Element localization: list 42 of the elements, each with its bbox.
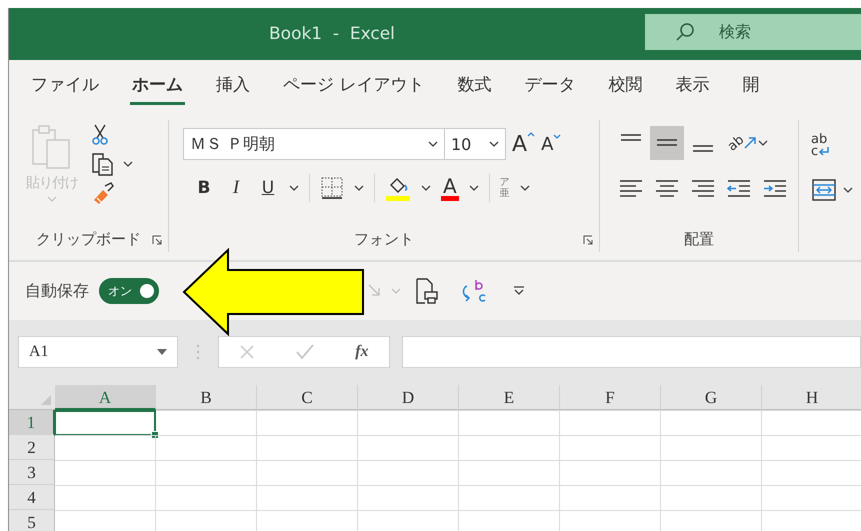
ribbon-tab[interactable]: 数式 (455, 69, 494, 105)
insert-function-button[interactable]: fx (355, 342, 369, 360)
shrink-font-button[interactable]: A (541, 134, 562, 154)
column-header[interactable]: G (661, 385, 762, 410)
column-header[interactable]: B (156, 385, 257, 410)
ribbon-tab[interactable]: ファイル (29, 69, 101, 105)
ribbon-tab[interactable]: ページ レイアウト (281, 69, 426, 105)
row-header[interactable]: 2 (9, 435, 55, 460)
column-header[interactable]: C (257, 385, 358, 410)
ribbon-tab[interactable]: 挿入 (214, 69, 252, 105)
wrap-text-button[interactable]: ab c (811, 134, 853, 158)
search-field[interactable]: 検索 (645, 14, 861, 50)
italic-button[interactable]: I (225, 177, 247, 199)
column-header[interactable]: A (55, 385, 156, 410)
bold-button[interactable]: B (193, 178, 215, 198)
underline-button[interactable]: U (257, 178, 279, 198)
ribbon-tab[interactable]: データ (522, 69, 578, 105)
column-header[interactable]: E (459, 385, 560, 410)
ribbon-tab[interactable]: 校閲 (606, 69, 644, 105)
column-header[interactable]: H (762, 385, 861, 410)
autosave-toggle[interactable]: オン (99, 278, 159, 304)
window-title: Book1 - Excel (269, 24, 395, 44)
name-box[interactable]: A1 (18, 336, 178, 368)
orientation-button[interactable]: ab (728, 136, 756, 150)
ribbon-tab[interactable]: 開 (740, 69, 762, 105)
font-color-button[interactable]: A (441, 176, 459, 200)
ribbon-tab[interactable]: ホーム (130, 69, 185, 105)
group-label: フォント (354, 230, 414, 248)
ribbon-tab[interactable]: 表示 (673, 69, 712, 105)
font-name-dropdown[interactable]: ＭＳ Ｐ明朝 (183, 128, 445, 160)
group-label: クリップボード (36, 230, 141, 248)
row-header[interactable]: 5 (9, 510, 55, 531)
row-header[interactable]: 4 (9, 485, 55, 510)
column-header[interactable]: F (560, 385, 661, 410)
phonetic-guide-button[interactable]: ア 亜 (500, 177, 510, 199)
autosave-label: 自動保存 (25, 280, 89, 302)
column-header[interactable]: D (358, 385, 459, 410)
row-header[interactable]: 1 (9, 410, 55, 435)
font-size-dropdown[interactable]: 10 (444, 128, 506, 160)
grow-font-button[interactable]: A (512, 132, 536, 156)
row-header[interactable]: 3 (9, 460, 55, 485)
group-label: 配置 (684, 230, 714, 248)
